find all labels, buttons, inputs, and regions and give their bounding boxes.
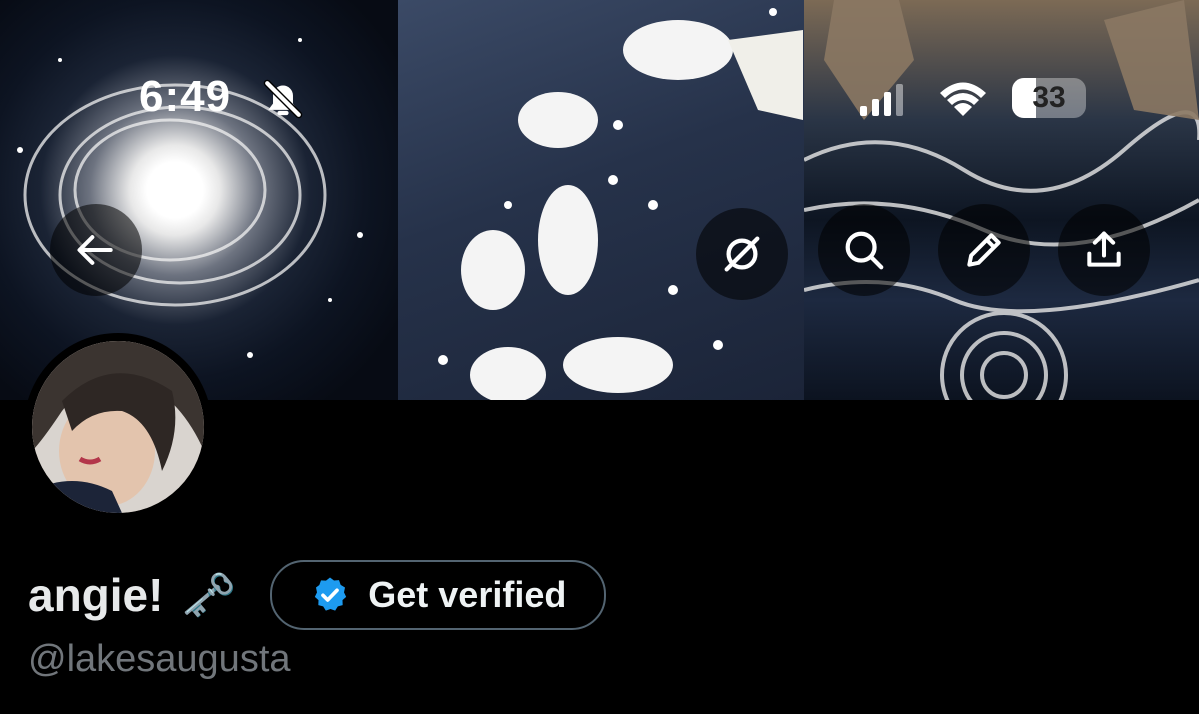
wifi-icon [938,80,988,123]
bell-slash-icon [262,78,304,125]
edit-button[interactable] [938,204,1030,296]
user-handle: @lakesaugusta [28,638,291,680]
back-arrow-icon [77,235,113,265]
avatar[interactable] [24,333,212,521]
avatar-photo [32,341,204,513]
banner-panel-waves [804,0,1199,400]
verified-badge-icon [315,577,347,611]
rabbits-art [438,8,803,400]
edit-pencil-icon [967,233,1001,267]
grok-icon [724,236,760,272]
share-button[interactable] [1058,204,1150,296]
search-button[interactable] [818,204,910,296]
banner-panel-galaxy [0,0,398,400]
battery-percent: 33 [1032,81,1066,114]
waves-art [804,0,1199,400]
search-icon [845,231,884,270]
cellular-signal-icon [860,84,904,121]
key-emoji: 🗝️ [181,571,237,620]
grok-button[interactable] [696,208,788,300]
display-name: angie! [28,569,164,621]
status-time: 6:49 [139,72,232,121]
profile-name-row: angie! 🗝️ Get verified [28,560,607,630]
banner-panel-rabbits [398,0,804,400]
share-icon [1087,231,1121,267]
battery-icon: 33 [1012,78,1086,118]
profile-banner[interactable]: 6:49 33 [0,0,1199,400]
galaxy-swirl-art [17,38,363,358]
get-verified-button[interactable]: Get verified [270,560,607,630]
get-verified-label: Get verified [368,574,567,615]
back-button[interactable] [50,204,142,296]
